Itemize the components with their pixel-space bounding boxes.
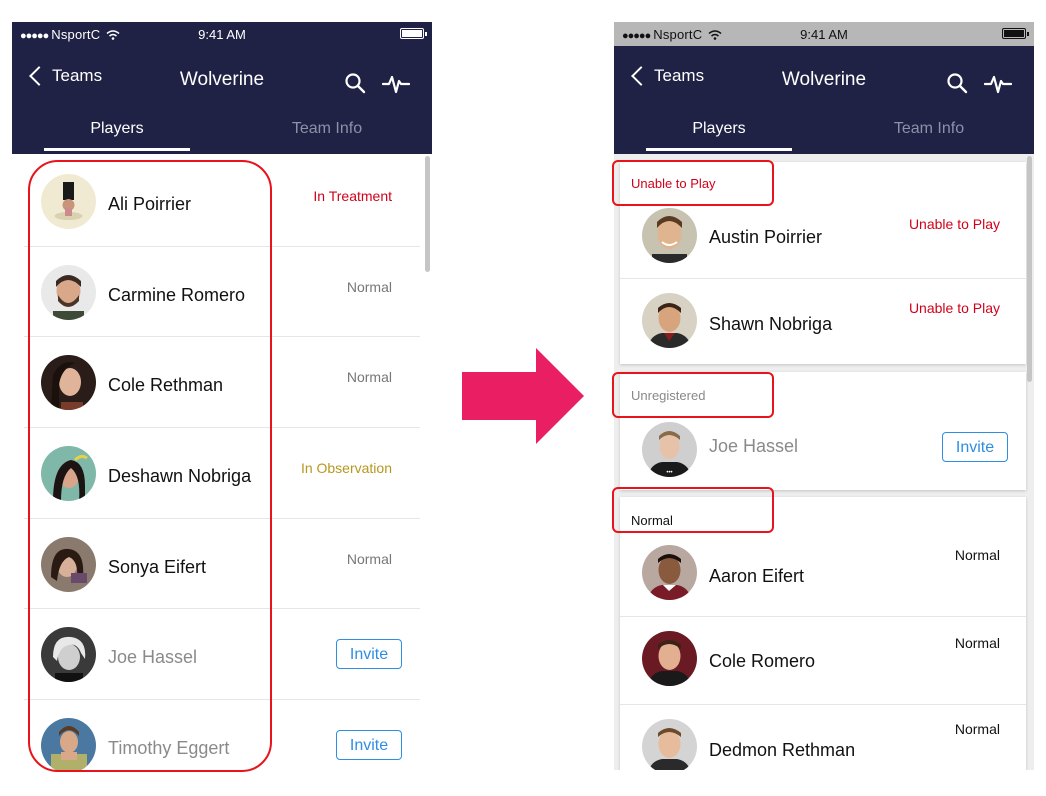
avatar: ••• (642, 422, 697, 477)
player-row[interactable]: Joe Hassel Invite (24, 609, 420, 701)
player-name: Aaron Eifert (709, 566, 805, 586)
svg-text:•••: ••• (666, 470, 672, 476)
player-list: Ali Poirrier In Treatment Carmine Romero… (24, 156, 420, 770)
player-name: Austin Poirrier (709, 227, 823, 247)
player-row[interactable]: Shawn Nobriga Unable to Play (620, 279, 1026, 364)
avatar (41, 264, 96, 320)
group-card-unregistered: Unregistered ••• Joe Hassel Invite (620, 372, 1026, 490)
avatar (41, 718, 96, 770)
player-name: Cole Rethman (108, 375, 224, 396)
search-icon[interactable] (344, 72, 366, 94)
tab-team-info[interactable]: Team Info (222, 114, 432, 144)
status-label: Normal (346, 550, 392, 567)
phone-screen-after: ●●●●● NsportC 9:41 AM Teams Wolverine Pla… (614, 22, 1034, 770)
avatar (642, 208, 697, 263)
section-header: Normal (631, 513, 673, 528)
section-header: Unable to Play (631, 176, 716, 191)
activity-icon[interactable] (984, 70, 1012, 96)
tab-team-info[interactable]: Team Info (824, 114, 1034, 144)
player-name: Joe Hassel (108, 647, 198, 668)
player-name: Joe Hassel (709, 436, 799, 456)
avatar (642, 293, 697, 348)
tab-bar: Players Team Info (614, 114, 1034, 154)
phone-screen-before: ●●●●● NsportC 9:41 AM Teams Wolverine Pla… (12, 22, 432, 770)
battery-icon (1002, 28, 1029, 39)
status-label: Normal (954, 721, 1000, 737)
player-list-area: Ali Poirrier In Treatment Carmine Romero… (12, 154, 432, 770)
status-label: Normal (346, 278, 392, 295)
battery-icon (400, 28, 427, 39)
player-row[interactable]: Cole Romero Normal (620, 617, 1026, 705)
navigation-bar: Teams Wolverine Players Team Info (12, 46, 432, 154)
invite-button[interactable]: Invite (336, 639, 402, 670)
avatar (41, 536, 96, 592)
status-label: Normal (346, 369, 392, 386)
invite-button[interactable]: Invite (942, 432, 1008, 462)
player-name: Cole Romero (709, 651, 816, 671)
avatar (41, 446, 96, 502)
player-row[interactable]: Sonya Eifert Normal (24, 519, 420, 610)
group-card-normal: Normal Aaron Eifert Normal Cole Romero N… (620, 497, 1026, 770)
arrow-right-icon (462, 348, 584, 444)
avatar (642, 545, 697, 600)
player-row[interactable]: Ali Poirrier In Treatment (24, 156, 420, 247)
player-name: Ali Poirrier (108, 194, 192, 214)
status-label: Normal (954, 635, 1000, 651)
status-label: Normal (954, 547, 1000, 563)
player-name: Shawn Nobriga (709, 314, 833, 334)
player-name: Deshawn Nobriga (108, 466, 252, 487)
tab-bar: Players Team Info (12, 114, 432, 154)
avatar (642, 631, 697, 686)
section-header: Unregistered (631, 388, 706, 403)
player-row[interactable]: Cole Rethman Normal (24, 337, 420, 429)
player-row[interactable]: ••• Joe Hassel Invite (620, 412, 1026, 490)
search-icon[interactable] (946, 72, 968, 94)
page-title: Wolverine (781, 69, 867, 90)
status-bar: ●●●●● NsportC 9:41 AM (12, 22, 432, 46)
status-label: Unable to Play (908, 300, 1000, 316)
tab-players[interactable]: Players (614, 114, 824, 144)
clock: 9:41 AM (198, 27, 246, 42)
player-row[interactable]: Deshawn Nobriga In Observation (24, 428, 420, 519)
scrollbar[interactable] (1027, 156, 1032, 382)
page-title: Wolverine (179, 69, 265, 90)
invite-button[interactable]: Invite (336, 730, 402, 761)
player-row[interactable]: Carmine Romero Normal (24, 247, 420, 338)
player-name: Sonya Eifert (108, 556, 207, 577)
player-row[interactable]: Austin Poirrier Unable to Play (620, 194, 1026, 279)
avatar (41, 627, 96, 683)
scrollbar[interactable] (425, 156, 430, 272)
tab-players[interactable]: Players (12, 114, 222, 144)
player-row[interactable]: Timothy Eggert Invite (24, 700, 420, 770)
status-label: In Treatment (313, 188, 392, 204)
grouped-player-list: Unable to Play Austin Poirrier Unable to… (614, 154, 1034, 770)
status-bar: ●●●●● NsportC 9:41 AM (614, 22, 1034, 46)
player-row[interactable]: Aaron Eifert Normal (620, 533, 1026, 617)
avatar (41, 355, 96, 411)
player-row[interactable]: Dedmon Rethman Normal (620, 705, 1026, 770)
group-card-unable-to-play: Unable to Play Austin Poirrier Unable to… (620, 162, 1026, 364)
clock: 9:41 AM (800, 27, 848, 42)
avatar (41, 174, 96, 229)
avatar (642, 719, 697, 770)
player-name: Dedmon Rethman (709, 740, 856, 760)
player-name: Carmine Romero (108, 284, 246, 305)
active-tab-indicator (646, 148, 792, 151)
status-label: Unable to Play (908, 216, 1000, 232)
activity-icon[interactable] (382, 70, 410, 96)
navigation-bar: Teams Wolverine Players Team Info (614, 46, 1034, 154)
status-label: In Observation (300, 460, 392, 477)
active-tab-indicator (44, 148, 190, 151)
player-name: Timothy Eggert (108, 738, 230, 759)
